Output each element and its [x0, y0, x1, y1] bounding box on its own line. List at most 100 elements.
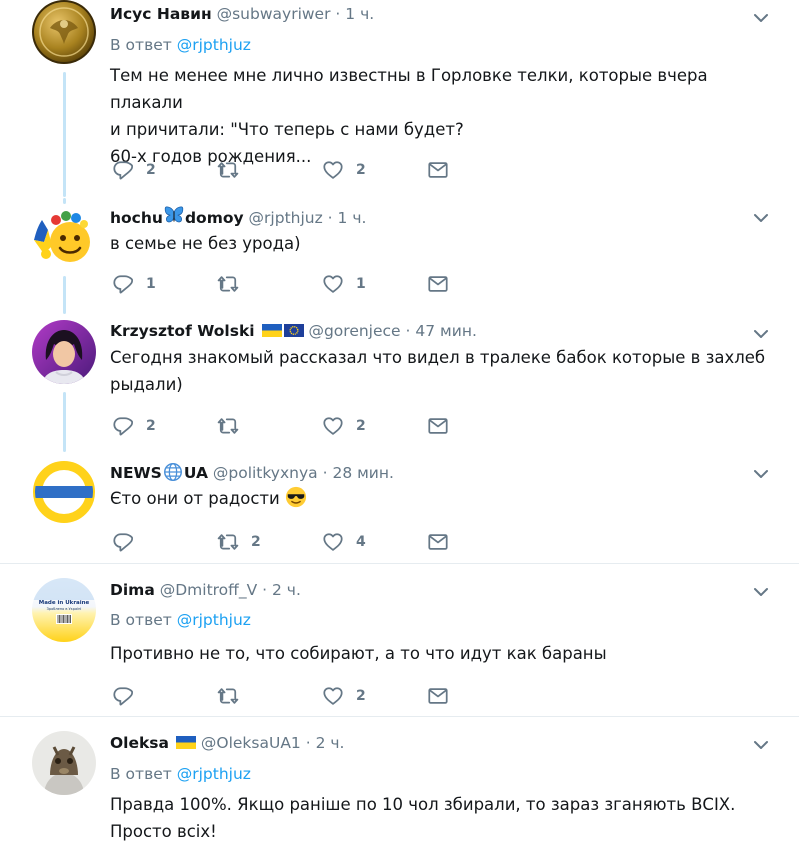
avatar[interactable]: Made in Ukraine Зроблено в Україні [32, 578, 96, 642]
timestamp[interactable]: 1 ч. [338, 209, 367, 227]
reply-icon [112, 685, 134, 707]
avatar[interactable] [32, 204, 96, 268]
chevron-down-icon[interactable] [751, 735, 771, 755]
tweet[interactable]: NEWS UA @politkyxnya · 28 мин. Єто они от… [0, 452, 799, 562]
mention-link[interactable]: @rjpthjuz [177, 765, 251, 783]
retweet-button[interactable] [217, 414, 251, 438]
tweet[interactable]: Исус Навин @subwayriwer · 1 ч. В ответ @… [0, 0, 799, 200]
retweet-icon [217, 531, 239, 553]
like-button[interactable]: 4 [322, 530, 366, 554]
like-button[interactable]: 2 [322, 158, 366, 182]
reply-icon [112, 273, 134, 295]
avatar[interactable] [32, 731, 96, 795]
tweet-text-line: Просто всіх! [110, 822, 217, 841]
retweet-icon [217, 273, 239, 295]
avatar[interactable] [32, 0, 96, 64]
user-handle[interactable]: @politkyxnya [213, 464, 318, 482]
tweet-text-line: Тем не менее мне лично известны в Горлов… [110, 66, 708, 112]
tweet-text-line: в семье не без урода) [110, 234, 301, 253]
reply-button[interactable]: 1 [112, 272, 156, 296]
display-name-part: hochu [110, 209, 163, 227]
user-handle[interactable]: @rjpthjuz [249, 209, 323, 227]
reply-button[interactable] [112, 530, 146, 554]
display-name[interactable]: NEWS UA [110, 463, 208, 482]
heart-icon [322, 531, 344, 553]
ukraine-flag-icon [262, 324, 282, 337]
dm-button[interactable] [427, 530, 449, 554]
dm-button[interactable] [427, 414, 449, 438]
chevron-down-icon[interactable] [751, 582, 771, 602]
user-handle[interactable]: @Dmitroff_V [160, 581, 257, 599]
tweet-actions: 1 1 [110, 272, 470, 296]
tweet[interactable]: Oleksa @OleksaUA1 · 2 ч. В ответ @rjpthj… [0, 717, 799, 845]
user-handle[interactable]: @subwayriwer [217, 5, 331, 23]
heart-icon [322, 273, 344, 295]
like-button[interactable]: 1 [322, 272, 366, 296]
avatar[interactable] [32, 460, 96, 524]
tweet[interactable]: Krzysztof Wolski @gorenjece · 47 мин. Се… [0, 312, 799, 452]
display-name[interactable]: Oleksa [110, 734, 169, 752]
timestamp[interactable]: 28 мин. [332, 464, 393, 482]
reply-button[interactable] [112, 684, 146, 708]
display-name[interactable]: Dima [110, 581, 155, 599]
user-handle[interactable]: @gorenjece [308, 322, 400, 340]
mention-link[interactable]: @rjpthjuz [177, 611, 251, 629]
reply-icon [112, 531, 134, 553]
mention-link[interactable]: @rjpthjuz [177, 36, 251, 54]
display-name[interactable]: Krzysztof Wolski [110, 322, 255, 340]
retweet-button[interactable]: 2 [217, 530, 261, 554]
chevron-down-icon[interactable] [751, 8, 771, 28]
heart-icon [322, 415, 344, 437]
separator-dot: · [322, 464, 328, 482]
display-name[interactable]: Исус Навин [110, 5, 212, 23]
dm-button[interactable] [427, 272, 449, 296]
retweet-button[interactable] [217, 158, 251, 182]
tweet-header: Krzysztof Wolski @gorenjece · 47 мин. [110, 320, 477, 342]
envelope-icon [427, 531, 449, 553]
separator-dot: · [262, 581, 268, 599]
separator-dot: · [305, 734, 311, 752]
display-name[interactable]: hochu domoy [110, 206, 244, 227]
reply-count: 2 [146, 162, 156, 178]
chevron-down-icon[interactable] [751, 464, 771, 484]
tweet-text-line: Правда 100%. Якщо раніше по 10 чол збира… [110, 795, 736, 814]
retweet-button[interactable] [217, 684, 251, 708]
heart-icon [322, 159, 344, 181]
reply-prefix: В ответ [110, 36, 172, 54]
tweet-header: NEWS UA @politkyxnya · 28 мин. [110, 461, 394, 483]
retweet-button[interactable] [217, 272, 251, 296]
tweet-text: Правда 100%. Якщо раніше по 10 чол збира… [110, 791, 770, 845]
timestamp[interactable]: 47 мин. [415, 322, 476, 340]
reply-context: В ответ @rjpthjuz [110, 763, 251, 785]
like-button[interactable]: 2 [322, 414, 366, 438]
tweet[interactable]: Made in Ukraine Зроблено в Україні Dima … [0, 564, 799, 716]
tweet-text: Єто они от радости [110, 485, 770, 512]
tweet[interactable]: hochu domoy @rjpthjuz · 1 ч. в семье не б… [0, 198, 799, 314]
separator-dot: · [327, 209, 333, 227]
tweet-actions: 2 2 [110, 158, 470, 182]
user-handle[interactable]: @OleksaUA1 [201, 734, 301, 752]
like-count: 1 [356, 276, 366, 292]
timestamp[interactable]: 1 ч. [345, 5, 374, 23]
tweet-text-line: Єто они от радости [110, 489, 280, 508]
reply-context: В ответ @rjpthjuz [110, 34, 251, 56]
like-button[interactable]: 2 [322, 684, 366, 708]
reply-prefix: В ответ [110, 765, 172, 783]
retweet-icon [217, 415, 239, 437]
dm-button[interactable] [427, 684, 449, 708]
timestamp[interactable]: 2 ч. [316, 734, 345, 752]
retweet-icon [217, 685, 239, 707]
chevron-down-icon[interactable] [751, 208, 771, 228]
avatar-text: Made in Ukraine [39, 600, 90, 606]
separator-dot: · [405, 322, 411, 340]
tweet-text-line: рыдали) [110, 375, 183, 394]
tweet-actions: 2 [110, 684, 470, 708]
reply-button[interactable]: 2 [112, 158, 156, 182]
dm-button[interactable] [427, 158, 449, 182]
chevron-down-icon[interactable] [751, 324, 771, 344]
avatar[interactable] [32, 320, 96, 384]
reply-button[interactable]: 2 [112, 414, 156, 438]
envelope-icon [427, 273, 449, 295]
timestamp[interactable]: 2 ч. [272, 581, 301, 599]
reply-count: 1 [146, 276, 156, 292]
